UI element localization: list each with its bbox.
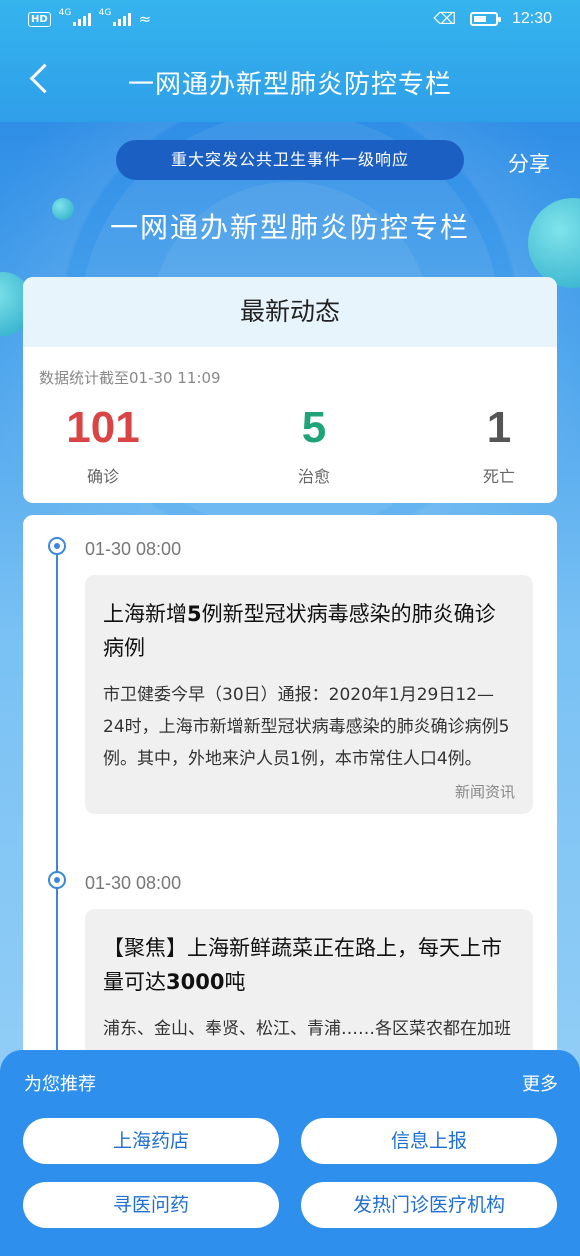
stat-label: 确诊	[86, 467, 119, 486]
share-button[interactable]: 分享	[508, 148, 550, 178]
stat-label: 治愈	[297, 467, 330, 486]
nav-bar: 一网通办新型肺炎防控专栏	[0, 40, 580, 122]
page-title: 一网通办新型肺炎防控专栏	[127, 70, 452, 100]
signal-icon: 4G	[59, 8, 91, 26]
more-link[interactable]: 更多	[522, 1070, 558, 1096]
stats-card: 最新动态 数据统计截至01-30 11:09 101 确诊 5 治愈 1 死亡	[23, 277, 557, 503]
recommend-title: 为您推荐	[24, 1074, 96, 1095]
status-bar: HD 4G 4G ≈ ⌫ 12:30	[0, 0, 580, 40]
stat-value: 1	[486, 403, 512, 452]
stat-cured: 5 治愈	[234, 403, 394, 487]
stat-label: 死亡	[482, 467, 515, 486]
signal-icon: 4G	[99, 8, 131, 26]
stats-timestamp: 数据统计截至01-30 11:09	[39, 369, 221, 387]
wifi-icon: ≈	[138, 10, 152, 28]
alert-badge: 重大突发公共卫生事件一级响应	[116, 140, 464, 180]
stat-confirmed: 101 确诊	[23, 403, 183, 487]
timeline-dot-icon	[48, 871, 66, 889]
timeline-time: 01-30 08:00	[85, 539, 182, 559]
hero-title: 一网通办新型肺炎防控专栏	[109, 211, 470, 244]
pharmacy-button[interactable]: 上海药店	[23, 1118, 279, 1164]
timeline-line	[56, 555, 58, 1135]
status-time: 12:30	[511, 9, 552, 27]
battery-icon	[469, 11, 501, 26]
fever-clinic-button[interactable]: 发热门诊医疗机构	[301, 1182, 557, 1228]
news-item[interactable]: 上海新增5例新型冠状病毒感染的肺炎确诊病例 市卫健委今早（30日）通报：2020…	[85, 575, 533, 814]
stats-header: 最新动态	[23, 277, 557, 347]
report-info-button[interactable]: 信息上报	[301, 1118, 557, 1164]
news-source: 新闻资讯	[454, 783, 515, 801]
stat-value: 101	[66, 403, 140, 452]
news-title: 【聚焦】上海新鲜蔬菜正在路上，每天上市量可达3000吨	[103, 936, 502, 994]
mute-icon: ⌫	[433, 9, 456, 28]
timeline-time: 01-30 08:00	[85, 873, 182, 893]
consult-doctor-button[interactable]: 寻医问药	[23, 1182, 279, 1228]
hd-icon: HD	[28, 11, 51, 27]
timeline-dot-icon	[48, 537, 66, 555]
recommend-panel: 为您推荐 更多 上海药店 信息上报 寻医问药 发热门诊医疗机构	[0, 1050, 580, 1256]
stat-value: 5	[301, 403, 327, 452]
stat-deaths: 1 死亡	[419, 403, 557, 487]
top-bar: HD 4G 4G ≈ ⌫ 12:30 一网通办新型肺炎防控专栏	[0, 0, 580, 122]
news-body: 市卫健委今早（30日）通报：2020年1月29日12—24时，上海市新增新型冠状…	[103, 685, 510, 769]
news-title: 上海新增5例新型冠状病毒感染的肺炎确诊病例	[103, 602, 496, 660]
news-timeline: 01-30 08:00 上海新增5例新型冠状病毒感染的肺炎确诊病例 市卫健委今早…	[23, 515, 557, 1135]
